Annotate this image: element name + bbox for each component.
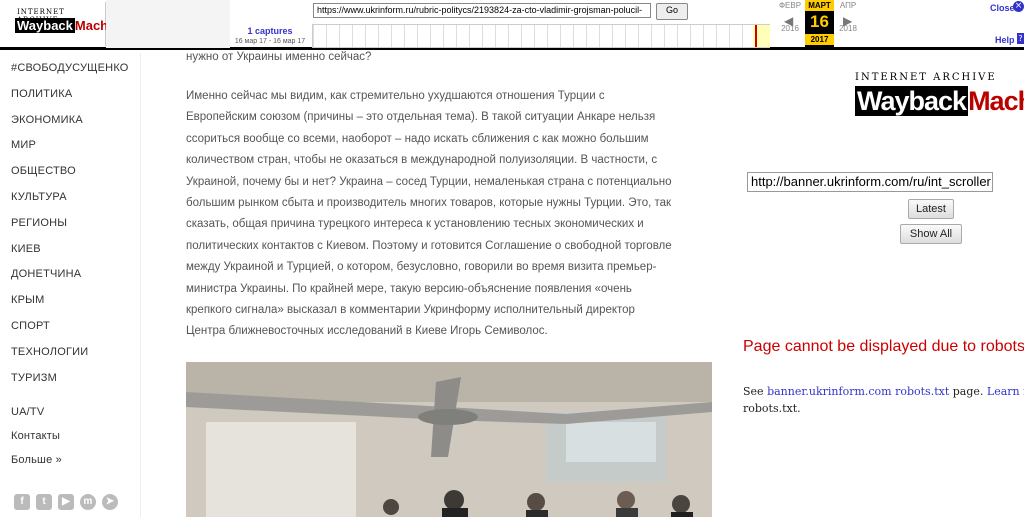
article-cut-line: нужно от Украины именно сейчас? [186, 51, 372, 63]
sidebar-item[interactable]: ЭКОНОМИКА [11, 114, 83, 126]
robots-txt-link[interactable]: banner.ukrinform.com robots.txt [767, 385, 949, 398]
note-tail: robots.txt. [743, 402, 801, 415]
close-link[interactable]: Close [990, 3, 1015, 13]
telegram-icon[interactable]: ➤ [102, 494, 118, 510]
messenger-icon[interactable]: m [80, 494, 96, 510]
close-icon[interactable]: × [1013, 1, 1024, 12]
wayback-logo[interactable]: INTERNET ARCHIVE WaybackMachine [5, 2, 127, 46]
prev-month: ФЕВР [778, 1, 802, 10]
ia-logo-word-a: Wayback [855, 86, 969, 116]
sparkline-capture-mark[interactable] [755, 25, 758, 47]
current-day: 16 [810, 12, 829, 31]
wayback-toolbar: INTERNET ARCHIVE WaybackMachine https://… [0, 0, 1024, 50]
robots-error-message: Page cannot be displayed due to robots.t… [743, 338, 1024, 355]
article-text-line: Украиной, почему бы и нет? Украина – сос… [186, 175, 672, 188]
prev-capture-nav[interactable]: ФЕВР ◀ 2016 [775, 0, 805, 34]
sidebar-item[interactable]: КИЕВ [11, 243, 41, 255]
sidebar-item[interactable]: ДОНЕТЧИНА [11, 268, 81, 280]
latest-button[interactable]: Latest [908, 199, 954, 219]
wayback-url-input[interactable]: https://www.ukrinform.ru/rubric-politycs… [313, 3, 651, 18]
help-link[interactable]: Help [995, 35, 1015, 45]
note-see: See [743, 385, 764, 398]
facebook-icon[interactable]: f [14, 494, 30, 510]
toolbar-spacer [106, 0, 230, 48]
sidebar-item[interactable]: КУЛЬТУРА [11, 191, 67, 203]
article-text-line: Европейским союзом (причины – это отдель… [186, 111, 656, 124]
social-icons: f t ▶ m ➤ [14, 494, 118, 510]
article-text-line: Именно сейчас мы видим, как стремительно… [186, 90, 605, 102]
article-text-line: крепкого сигнала» высказал в комментарии… [186, 304, 635, 316]
right-arrow-icon[interactable]: ▶ [843, 14, 852, 28]
article-photo [186, 362, 712, 517]
article-text-line: между Украиной и Турцией, о котором, без… [186, 261, 657, 274]
sidebar-secondary-item[interactable]: Контакты [11, 430, 60, 442]
note-page: page. [952, 385, 984, 398]
internet-archive-logo[interactable]: INTERNET ARCHIVE WaybackMachine [855, 72, 1024, 132]
captures-count-link[interactable]: 1 captures [232, 26, 308, 36]
site-sidebar-nav: #СВОБОДУСУЩЕНКО ПОЛИТИКА ЭКОНОМИКА МИР ОБЩЕС… [0, 53, 141, 517]
sidebar-item[interactable]: ТУРИЗМ [11, 372, 57, 384]
twitter-icon[interactable]: t [36, 494, 52, 510]
help-icon[interactable]: ? [1017, 33, 1024, 44]
article-text-line: ссориться вообще со всеми, наоборот – на… [186, 132, 649, 145]
capture-sparkline[interactable] [312, 24, 770, 48]
youtube-icon[interactable]: ▶ [58, 494, 74, 510]
sidebar-item[interactable]: РЕГИОНЫ [11, 217, 67, 229]
captures-range: 16 мар 17 - 16 мар 17 [234, 38, 306, 45]
sidebar-item[interactable]: СПОРТ [11, 320, 50, 332]
sidebar-item[interactable]: ТЕХНОЛОГИИ [11, 346, 88, 358]
ia-logo-word-b: Machine [968, 86, 1024, 116]
sidebar-secondary-item[interactable]: Больше » [11, 454, 62, 466]
sidebar-item[interactable]: ПОЛИТИКА [11, 88, 72, 100]
learn-more-link[interactable]: Learn more about [987, 385, 1024, 398]
sidebar-item[interactable]: МИР [11, 139, 36, 151]
next-month: АПР [839, 1, 857, 10]
next-capture-nav[interactable]: АПР ▶ 2018 [834, 0, 862, 34]
go-button[interactable]: Go [656, 3, 688, 20]
show-all-button[interactable]: Show All [900, 224, 962, 244]
banner-url-input[interactable]: http://banner.ukrinform.com/ru/int_scrol… [747, 172, 993, 192]
article-text-line: большим рынком сбыта и производитель мно… [186, 197, 672, 209]
current-year: 2017 [805, 34, 834, 45]
photo-drone-hangar [186, 362, 712, 517]
article-text-line: политических контактов с Киевом. Поэтому… [186, 239, 672, 252]
article-text-line: сказать, общая причина турецкого интерес… [186, 218, 644, 231]
captures-info: 1 captures 16 мар 17 - 16 мар 17 [232, 26, 308, 45]
current-month: МАРТ [805, 0, 834, 11]
sidebar-item[interactable]: КРЫМ [11, 294, 44, 306]
sidebar-secondary-item[interactable]: UA/TV [11, 406, 44, 418]
ia-logo-top: INTERNET ARCHIVE [855, 72, 997, 83]
current-capture-date: МАРТ 16 2017 [805, 0, 834, 48]
wayback-logo-word-a: Wayback [15, 18, 75, 33]
sidebar-item[interactable]: #СВОБОДУСУЩЕНКО [11, 62, 129, 74]
sidebar-item[interactable]: ОБЩЕСТВО [11, 165, 76, 177]
left-arrow-icon[interactable]: ◀ [784, 14, 793, 28]
article-text-line: Центра ближневосточных исследований в Ки… [186, 325, 548, 338]
robots-note-line: See banner.ukrinform.com robots.txt page… [743, 383, 1024, 400]
robots-note: See banner.ukrinform.com robots.txt page… [743, 383, 1024, 417]
article-text-line: количеством стран, чтобы не оказаться в … [186, 154, 658, 167]
article-text-line: министра Украины. По крайней мере, такую… [186, 282, 632, 295]
ia-logo-main: WaybackMachine [855, 86, 1024, 117]
